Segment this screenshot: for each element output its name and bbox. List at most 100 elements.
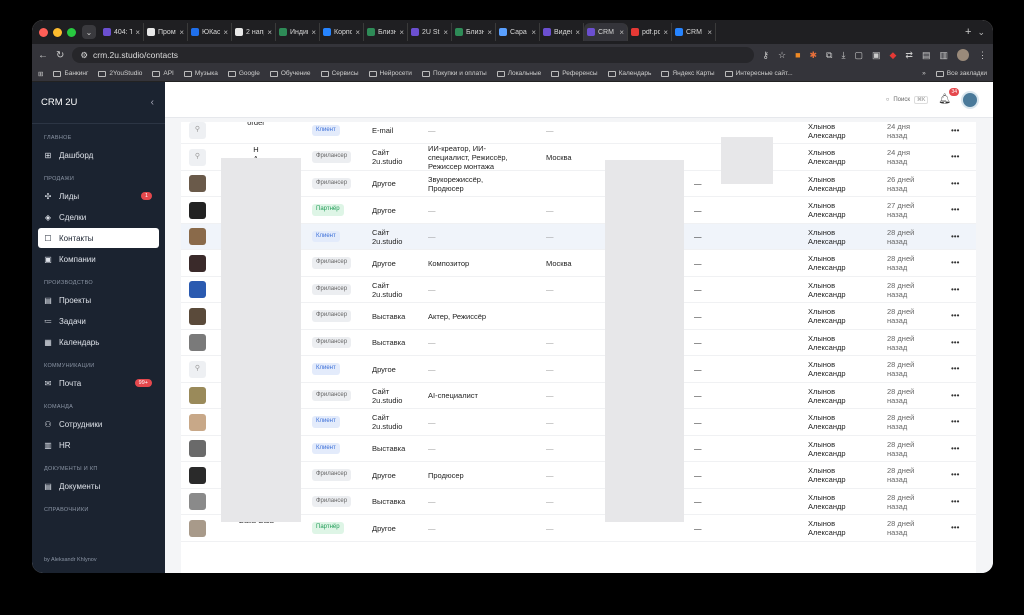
row-actions-button[interactable]: ••• [951, 489, 959, 514]
browser-tab[interactable]: CRM 2× [584, 23, 628, 41]
row-actions-button[interactable]: ••• [951, 251, 959, 276]
sidebar-item[interactable]: ▤ Проекты [38, 290, 159, 310]
more-bookmarks-icon[interactable]: » [922, 70, 926, 77]
minimize-window-button[interactable] [53, 27, 62, 37]
bookmark-item[interactable]: 2YouStudio [98, 70, 142, 77]
bookmark-item[interactable]: Интересные сайт... [724, 70, 793, 77]
url-field[interactable]: ⚙ crm.2u.studio/contacts [72, 47, 755, 63]
all-bookmarks[interactable]: Все закладки [935, 70, 987, 77]
row-actions-button[interactable]: ••• [951, 463, 959, 488]
sidebar-item[interactable]: ▥ HR [38, 435, 159, 455]
close-tab-icon[interactable]: × [355, 28, 360, 37]
browser-tab[interactable]: CRM р× [672, 23, 716, 41]
row-actions-button[interactable]: ••• [951, 357, 959, 382]
browser-tab[interactable]: Близн × [452, 23, 496, 41]
row-actions-button[interactable]: ••• [951, 145, 959, 170]
sidebar-item[interactable]: ▤ Документы [38, 476, 159, 496]
menu-icon[interactable]: ⋮ [978, 50, 987, 61]
close-tab-icon[interactable]: × [707, 28, 712, 37]
sidebar-item[interactable]: ▣ Компании [38, 249, 159, 269]
browser-tab[interactable]: Корпо × [320, 23, 364, 41]
sidebar-item[interactable]: ◈ Сделки [38, 207, 159, 227]
row-actions-button[interactable]: ••• [951, 198, 959, 223]
search-button[interactable]: ○ Поиск ⌘K [886, 95, 929, 104]
bookmark-item[interactable]: Референсы [551, 70, 598, 77]
row-actions-button[interactable]: ••• [951, 516, 959, 541]
sidebar-item[interactable]: ☐ Контакты [38, 228, 159, 248]
table-row[interactable]: ⚲ order Клиент E-mail — — Хлынов Александр 24 д… [181, 122, 976, 144]
bookmark-item[interactable]: API [152, 70, 174, 77]
extension-icon[interactable]: ■ [795, 50, 800, 60]
browser-tab[interactable]: 2 напр× [232, 23, 276, 41]
star-icon[interactable]: ☆ [778, 50, 786, 61]
reload-icon[interactable]: ↻ [56, 50, 64, 61]
row-actions-button[interactable]: ••• [951, 304, 959, 329]
close-window-button[interactable] [39, 27, 48, 37]
bookmark-item[interactable]: Нейросети [368, 70, 412, 77]
browser-tab[interactable]: Видео× [540, 23, 584, 41]
bookmark-item[interactable]: Яндекс Карты [661, 70, 715, 77]
close-tab-icon[interactable]: × [487, 28, 492, 37]
pdf-icon[interactable]: ◆ [890, 50, 897, 61]
close-tab-icon[interactable]: × [531, 28, 536, 37]
sidebar-item[interactable]: ≔ Задачи [38, 311, 159, 331]
bookmark-item[interactable]: Музыка [183, 70, 218, 77]
site-info-icon[interactable]: ⚙ [80, 50, 88, 61]
browser-tab[interactable]: 2U St × [408, 23, 452, 41]
sidebar-item[interactable]: ▦ Календарь [38, 332, 159, 352]
bookmark-item[interactable]: Google [227, 70, 260, 77]
row-actions-button[interactable]: ••• [951, 330, 959, 355]
translate-icon[interactable]: ⇄ [905, 50, 913, 61]
close-tab-icon[interactable]: × [135, 28, 140, 37]
extension-icon[interactable]: ▢ [854, 50, 863, 61]
row-actions-button[interactable]: ••• [951, 383, 959, 408]
row-actions-button[interactable]: ••• [951, 277, 959, 302]
browser-tab[interactable]: pdf.pd × [628, 23, 672, 41]
extension-icon[interactable]: ✱ [810, 50, 818, 61]
close-tab-icon[interactable]: × [443, 28, 448, 37]
maximize-window-button[interactable] [67, 27, 76, 37]
profile-avatar[interactable] [957, 49, 969, 61]
tab-search-icon[interactable]: ⌄ [82, 25, 96, 39]
close-tab-icon[interactable]: × [267, 28, 272, 37]
row-actions-button[interactable]: ••• [951, 122, 959, 143]
puzzle-icon[interactable]: ⧉ [826, 50, 832, 61]
sidebar-item[interactable]: ⚇ Сотрудники [38, 414, 159, 434]
new-tab-button[interactable]: + [959, 26, 977, 38]
notifications-button[interactable]: 🔔︎ 34 [938, 88, 959, 105]
browser-tab[interactable]: Сара × [496, 23, 540, 41]
close-tab-icon[interactable]: × [179, 28, 184, 37]
bookmark-item[interactable]: Покупки и оплаты [421, 70, 487, 77]
download-icon[interactable]: ⤓ [841, 50, 845, 61]
close-tab-icon[interactable]: × [663, 28, 668, 37]
key-icon[interactable]: ⚷ [762, 50, 769, 61]
bookmark-item[interactable]: Сервисы [320, 70, 359, 77]
extension-icon[interactable]: ▥ [939, 50, 948, 61]
close-tab-icon[interactable]: × [575, 28, 580, 37]
bookmark-item[interactable]: Банкинг [53, 70, 88, 77]
browser-tab[interactable]: ЮКасс× [188, 23, 232, 41]
close-tab-icon[interactable]: × [223, 28, 228, 37]
extension-icon[interactable]: ▤ [922, 50, 931, 61]
bookmark-item[interactable]: Локальные [496, 70, 541, 77]
browser-tab[interactable]: Индив× [276, 23, 320, 41]
contact-name-cell[interactable]: order [216, 122, 296, 143]
browser-tab[interactable]: 404: T × [100, 23, 144, 41]
browser-tab[interactable]: Промт× [144, 23, 188, 41]
close-tab-icon[interactable]: × [619, 28, 624, 37]
apps-icon[interactable]: ⊞ [38, 70, 43, 78]
bookmark-item[interactable]: Календарь [607, 70, 651, 77]
back-icon[interactable]: ← [38, 50, 48, 61]
sidebar-item[interactable]: ⊞ Дашборд [38, 145, 159, 165]
chevron-down-icon[interactable]: ⌄ [977, 27, 993, 38]
bookmark-item[interactable]: Обучение [269, 70, 311, 77]
sidebar-item[interactable]: ✉ Почта 99+ [38, 373, 159, 393]
row-actions-button[interactable]: ••• [951, 436, 959, 461]
close-tab-icon[interactable]: × [399, 28, 404, 37]
extension-icon[interactable]: ▣ [872, 50, 881, 61]
collapse-icon[interactable]: ‹ [151, 97, 154, 108]
row-actions-button[interactable]: ••• [951, 171, 959, 196]
close-tab-icon[interactable]: × [311, 28, 316, 37]
browser-tab[interactable]: Близн × [364, 23, 408, 41]
user-avatar[interactable] [961, 90, 979, 109]
